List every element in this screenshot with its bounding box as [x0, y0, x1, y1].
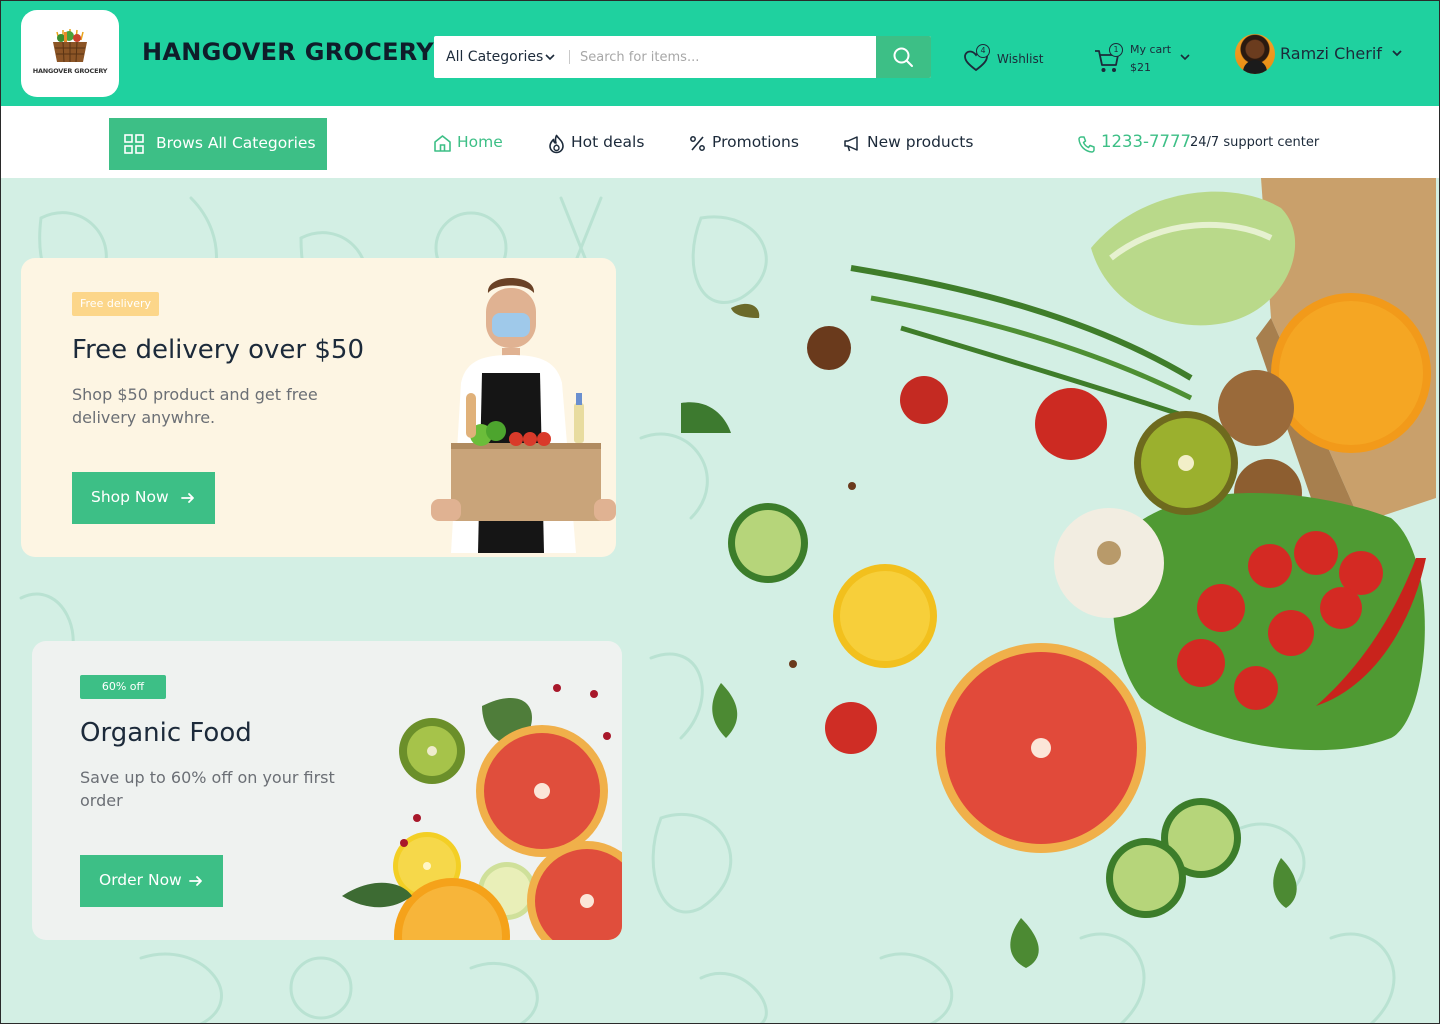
- search-icon: [893, 47, 913, 67]
- search-divider: [569, 50, 570, 64]
- arrow-right-icon: [181, 493, 194, 503]
- top-header: HANGOVER GROCERY HANGOVER GROCERY All Ca…: [0, 0, 1440, 106]
- logo[interactable]: HANGOVER GROCERY: [21, 10, 119, 97]
- browse-label: Brows All Categories: [156, 134, 316, 152]
- phone-icon: [1078, 136, 1095, 153]
- nav-home-label: Home: [457, 133, 503, 151]
- wishlist-label: Wishlist: [997, 52, 1044, 66]
- order-now-button[interactable]: Order Now: [80, 855, 223, 907]
- browse-categories-button[interactable]: Brows All Categories: [109, 118, 327, 170]
- wishlist-count-badge: 4: [976, 44, 990, 58]
- percent-icon: [690, 136, 705, 151]
- free-delivery-tag: Free delivery: [72, 292, 160, 316]
- user-name: Ramzi Cherif: [1280, 44, 1382, 63]
- shop-now-label: Shop Now: [91, 488, 169, 506]
- megaphone-icon: [844, 136, 858, 152]
- citrus-fruits-image: [342, 684, 622, 940]
- cart-link[interactable]: 1 My cart $21: [1093, 41, 1203, 77]
- user-menu[interactable]: Ramzi Cherif: [1235, 34, 1405, 74]
- basket-logo-icon: [53, 29, 87, 63]
- search-bar: All Categories: [434, 36, 931, 78]
- brand-name: HANGOVER GROCERY: [142, 38, 434, 66]
- free-delivery-title: Free delivery over $50: [72, 335, 364, 365]
- nav-new-products-label: New products: [867, 133, 974, 151]
- nav-promotions-label: Promotions: [712, 133, 799, 151]
- logo-text: HANGOVER GROCERY: [32, 67, 108, 75]
- arrow-right-icon: [189, 876, 202, 886]
- chevron-down-icon[interactable]: [544, 51, 556, 63]
- free-delivery-description: Shop $50 product and get free delivery a…: [72, 385, 318, 427]
- order-now-label: Order Now: [99, 871, 182, 889]
- flame-icon: [549, 134, 564, 154]
- grid-icon: [124, 134, 144, 154]
- hero-section: Free delivery Free delivery over $50 Sho…: [0, 178, 1440, 1024]
- cart-count-badge: 1: [1109, 43, 1123, 57]
- home-icon: [434, 135, 451, 152]
- support-phone: 1233-7777: [1101, 132, 1191, 151]
- nav-hot-deals-label: Hot deals: [571, 133, 645, 151]
- organic-food-description: Save up to 60% off on your first order: [80, 768, 335, 810]
- shop-now-button[interactable]: Shop Now: [72, 472, 215, 524]
- discount-tag: 60% off: [80, 675, 166, 699]
- organic-food-card: 60% off Organic Food Save up to 60% off …: [32, 641, 622, 940]
- support-text: 24/7 support center: [1190, 135, 1320, 150]
- avatar: [1235, 34, 1275, 74]
- free-delivery-card: Free delivery Free delivery over $50 Sho…: [21, 258, 616, 557]
- cart-amount: $21: [1130, 61, 1151, 74]
- delivery-man-image: [431, 278, 616, 553]
- cart-label: My cart: [1130, 43, 1172, 56]
- organic-food-title: Organic Food: [80, 718, 252, 748]
- search-input[interactable]: [580, 44, 870, 70]
- nav-bar: Brows All Categories Home Hot deals Prom…: [0, 106, 1440, 178]
- groceries-illustration: [681, 178, 1436, 968]
- chevron-down-icon: [1180, 54, 1190, 61]
- chevron-down-icon: [1392, 50, 1402, 57]
- category-select[interactable]: All Categories: [446, 36, 543, 78]
- search-button[interactable]: [876, 36, 931, 78]
